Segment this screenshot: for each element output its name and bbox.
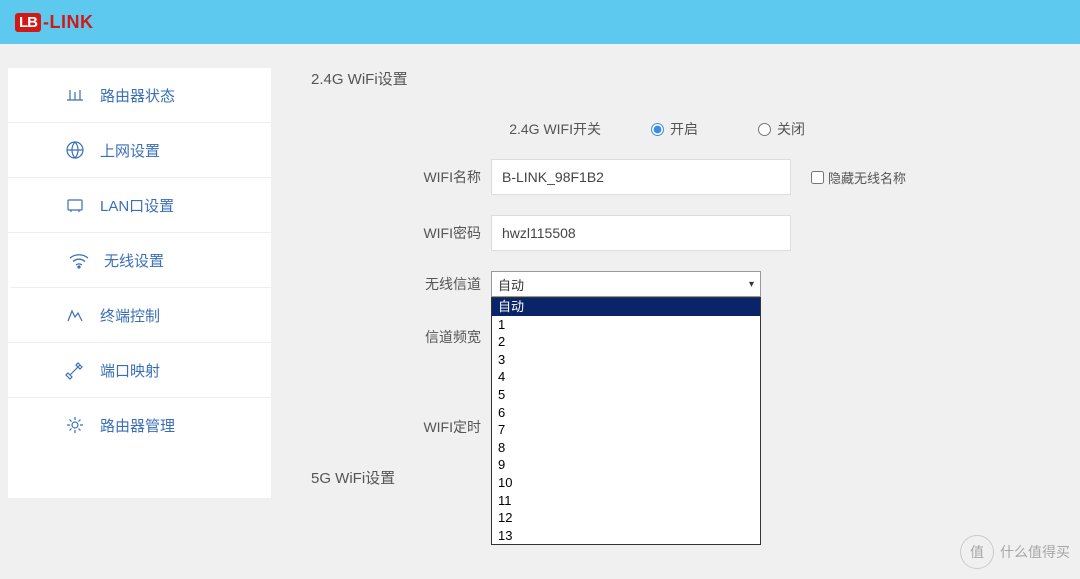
label-wifi-switch: 2.4G WIFI开关 — [291, 119, 611, 139]
row-channel: 无线信道 自动 ▾ 自动12345678910111213 — [291, 271, 1080, 297]
row-wifi-password: WIFI密码 — [291, 215, 1080, 251]
gear-icon — [64, 414, 86, 436]
checkbox-hide-ssid-label: 隐藏无线名称 — [828, 168, 906, 187]
wifi-icon — [68, 249, 90, 271]
radio-on-label: 开启 — [670, 119, 698, 139]
channel-option[interactable]: 5 — [492, 386, 760, 404]
sidebar-item-clients[interactable]: 终端控制 — [8, 288, 271, 343]
watermark-text: 什么值得买 — [1000, 542, 1070, 562]
label-timer: WIFI定时 — [291, 417, 491, 437]
watermark-icon: 值 — [960, 535, 994, 569]
sidebar-item-label: 无线设置 — [104, 250, 164, 271]
channel-option[interactable]: 1 — [492, 316, 760, 334]
label-channel: 无线信道 — [291, 274, 491, 294]
channel-option[interactable]: 11 — [492, 492, 760, 510]
radio-off-input[interactable] — [758, 123, 771, 136]
sidebar-item-label: LAN口设置 — [100, 195, 174, 216]
channel-option[interactable]: 12 — [492, 509, 760, 527]
radio-wifi-off[interactable]: 关闭 — [758, 119, 805, 139]
select-channel-value: 自动 — [498, 275, 524, 294]
channel-option[interactable]: 9 — [492, 456, 760, 474]
channel-dropdown: 自动12345678910111213 — [491, 297, 761, 545]
channel-option[interactable]: 8 — [492, 439, 760, 457]
channel-option[interactable]: 3 — [492, 351, 760, 369]
sidebar-item-label: 路由器管理 — [100, 415, 175, 436]
tools-icon — [64, 359, 86, 381]
label-wifi-name: WIFI名称 — [291, 167, 491, 187]
sidebar-item-wireless[interactable]: 无线设置 — [8, 233, 271, 288]
router-status-icon — [64, 84, 86, 106]
sidebar-item-portmap[interactable]: 端口映射 — [8, 343, 271, 398]
channel-option[interactable]: 6 — [492, 404, 760, 422]
logo-text: -LINK — [43, 12, 94, 33]
input-wifi-password[interactable] — [491, 215, 791, 251]
channel-option[interactable]: 4 — [492, 368, 760, 386]
sidebar-item-label: 终端控制 — [100, 305, 160, 326]
channel-option[interactable]: 10 — [492, 474, 760, 492]
select-channel[interactable]: 自动 ▾ — [491, 271, 761, 297]
app-header: LB -LINK — [0, 0, 1080, 44]
radio-on-input[interactable] — [651, 123, 664, 136]
sidebar-item-management[interactable]: 路由器管理 — [8, 398, 271, 452]
input-wifi-name[interactable] — [491, 159, 791, 195]
radio-off-label: 关闭 — [777, 119, 805, 139]
section-title-24g: 2.4G WiFi设置 — [311, 68, 1080, 89]
channel-option[interactable]: 13 — [492, 527, 760, 545]
sidebar-item-status[interactable]: 路由器状态 — [8, 68, 271, 123]
sidebar-item-lan[interactable]: LAN口设置 — [8, 178, 271, 233]
sidebar-item-label: 路由器状态 — [100, 85, 175, 106]
sidebar-item-internet[interactable]: 上网设置 — [8, 123, 271, 178]
checkbox-hide-ssid-input[interactable] — [811, 171, 824, 184]
row-wifi-switch: 2.4G WIFI开关 开启 关闭 — [291, 119, 1080, 139]
main-content: 2.4G WiFi设置 2.4G WIFI开关 开启 关闭 WIFI名称 隐藏无… — [271, 44, 1080, 498]
channel-option[interactable]: 7 — [492, 421, 760, 439]
lan-port-icon — [64, 194, 86, 216]
brand-logo: LB -LINK — [15, 12, 94, 33]
row-wifi-name: WIFI名称 隐藏无线名称 — [291, 159, 1080, 195]
radio-wifi-on[interactable]: 开启 — [651, 119, 698, 139]
checkbox-hide-ssid[interactable]: 隐藏无线名称 — [811, 168, 906, 187]
sidebar-item-label: 上网设置 — [100, 140, 160, 161]
sidebar-item-label: 端口映射 — [100, 360, 160, 381]
sidebar: 路由器状态 上网设置 LAN口设置 无线设置 终端控制 — [8, 68, 271, 498]
watermark: 值 什么值得买 — [960, 535, 1070, 569]
logo-badge: LB — [15, 13, 41, 32]
label-wifi-password: WIFI密码 — [291, 223, 491, 243]
globe-icon — [64, 139, 86, 161]
chevron-down-icon: ▾ — [749, 279, 754, 290]
clients-icon — [64, 304, 86, 326]
channel-option[interactable]: 自动 — [492, 298, 760, 316]
channel-option[interactable]: 2 — [492, 333, 760, 351]
label-bandwidth: 信道频宽 — [291, 327, 491, 347]
